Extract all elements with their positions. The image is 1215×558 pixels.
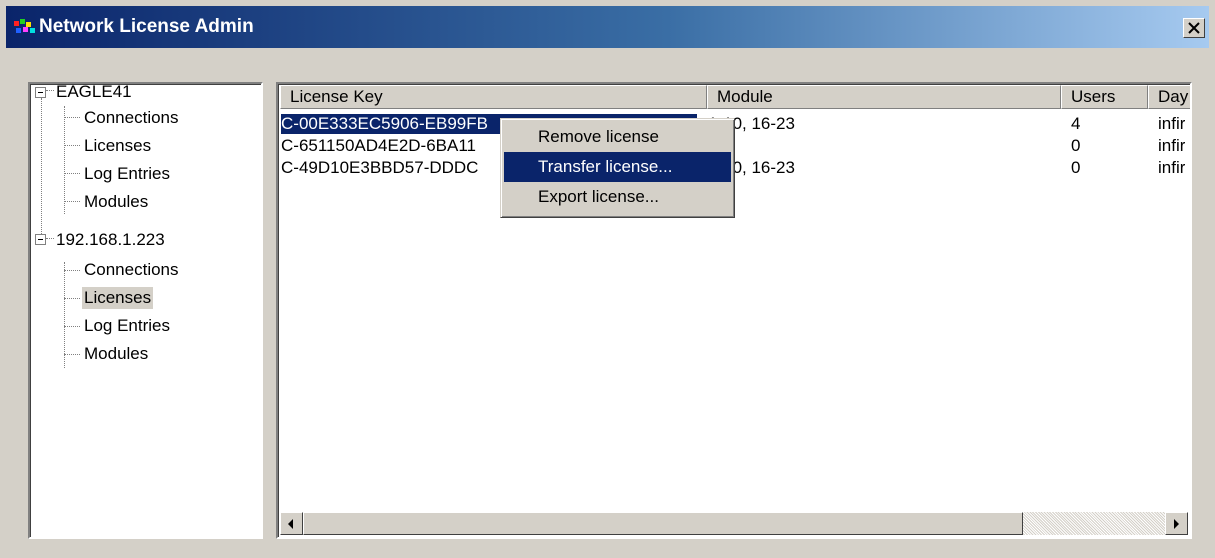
scroll-thumb[interactable]: [303, 512, 1023, 535]
cell-license-key[interactable]: C-651150AD4E2D-6BA11: [281, 136, 476, 156]
cell-days: infir: [1158, 158, 1186, 177]
cell-users: 0: [1071, 136, 1081, 155]
arrow-right-icon: [1174, 519, 1179, 529]
tree-expander-collapse-icon[interactable]: [35, 234, 46, 245]
title-bar[interactable]: Network License Admin: [6, 6, 1209, 48]
menu-item-transfer-license[interactable]: Transfer license...: [504, 152, 731, 182]
cell-days: infir: [1158, 114, 1186, 133]
scroll-left-button[interactable]: [280, 512, 303, 535]
tree-item-licenses-selected[interactable]: Licenses: [82, 287, 154, 309]
horizontal-scrollbar[interactable]: [280, 512, 1188, 535]
tree-item-connections[interactable]: Connections: [82, 259, 181, 281]
tree-item-modules[interactable]: Modules: [82, 343, 150, 365]
close-button[interactable]: [1183, 18, 1205, 38]
tree-item-licenses[interactable]: Licenses: [82, 135, 153, 157]
cell-license-key[interactable]: C-49D10E3BBD57-DDDC: [281, 158, 478, 178]
cell-days: infir: [1158, 136, 1186, 155]
tree-node-192-168-1-223[interactable]: 192.168.1.223: [54, 229, 167, 251]
column-header-module[interactable]: Module: [707, 85, 1061, 109]
tree-node-eagle41[interactable]: EAGLE41: [54, 81, 134, 103]
cell-users: 0: [1071, 158, 1081, 177]
menu-item-remove-license[interactable]: Remove license: [504, 122, 731, 152]
arrow-left-icon: [288, 519, 293, 529]
tree-expander-collapse-icon[interactable]: [35, 87, 46, 98]
column-header-license-key[interactable]: License Key: [280, 85, 707, 109]
window-title: Network License Admin: [39, 16, 254, 37]
column-header-users[interactable]: Users: [1061, 85, 1148, 109]
app-icon: [14, 19, 35, 33]
context-menu: Remove license Transfer license... Expor…: [500, 118, 735, 218]
menu-item-export-license[interactable]: Export license...: [504, 182, 731, 212]
column-header-days[interactable]: Day: [1148, 85, 1190, 109]
scroll-right-button[interactable]: [1165, 512, 1188, 535]
close-icon: [1188, 22, 1200, 34]
tree-item-connections[interactable]: Connections: [82, 107, 181, 129]
tree-item-log-entries[interactable]: Log Entries: [82, 163, 172, 185]
tree-item-log-entries[interactable]: Log Entries: [82, 315, 172, 337]
tree-item-modules[interactable]: Modules: [82, 191, 150, 213]
server-tree[interactable]: EAGLE41 Connections Licenses Log Entries…: [28, 82, 263, 539]
cell-users: 4: [1071, 114, 1081, 133]
